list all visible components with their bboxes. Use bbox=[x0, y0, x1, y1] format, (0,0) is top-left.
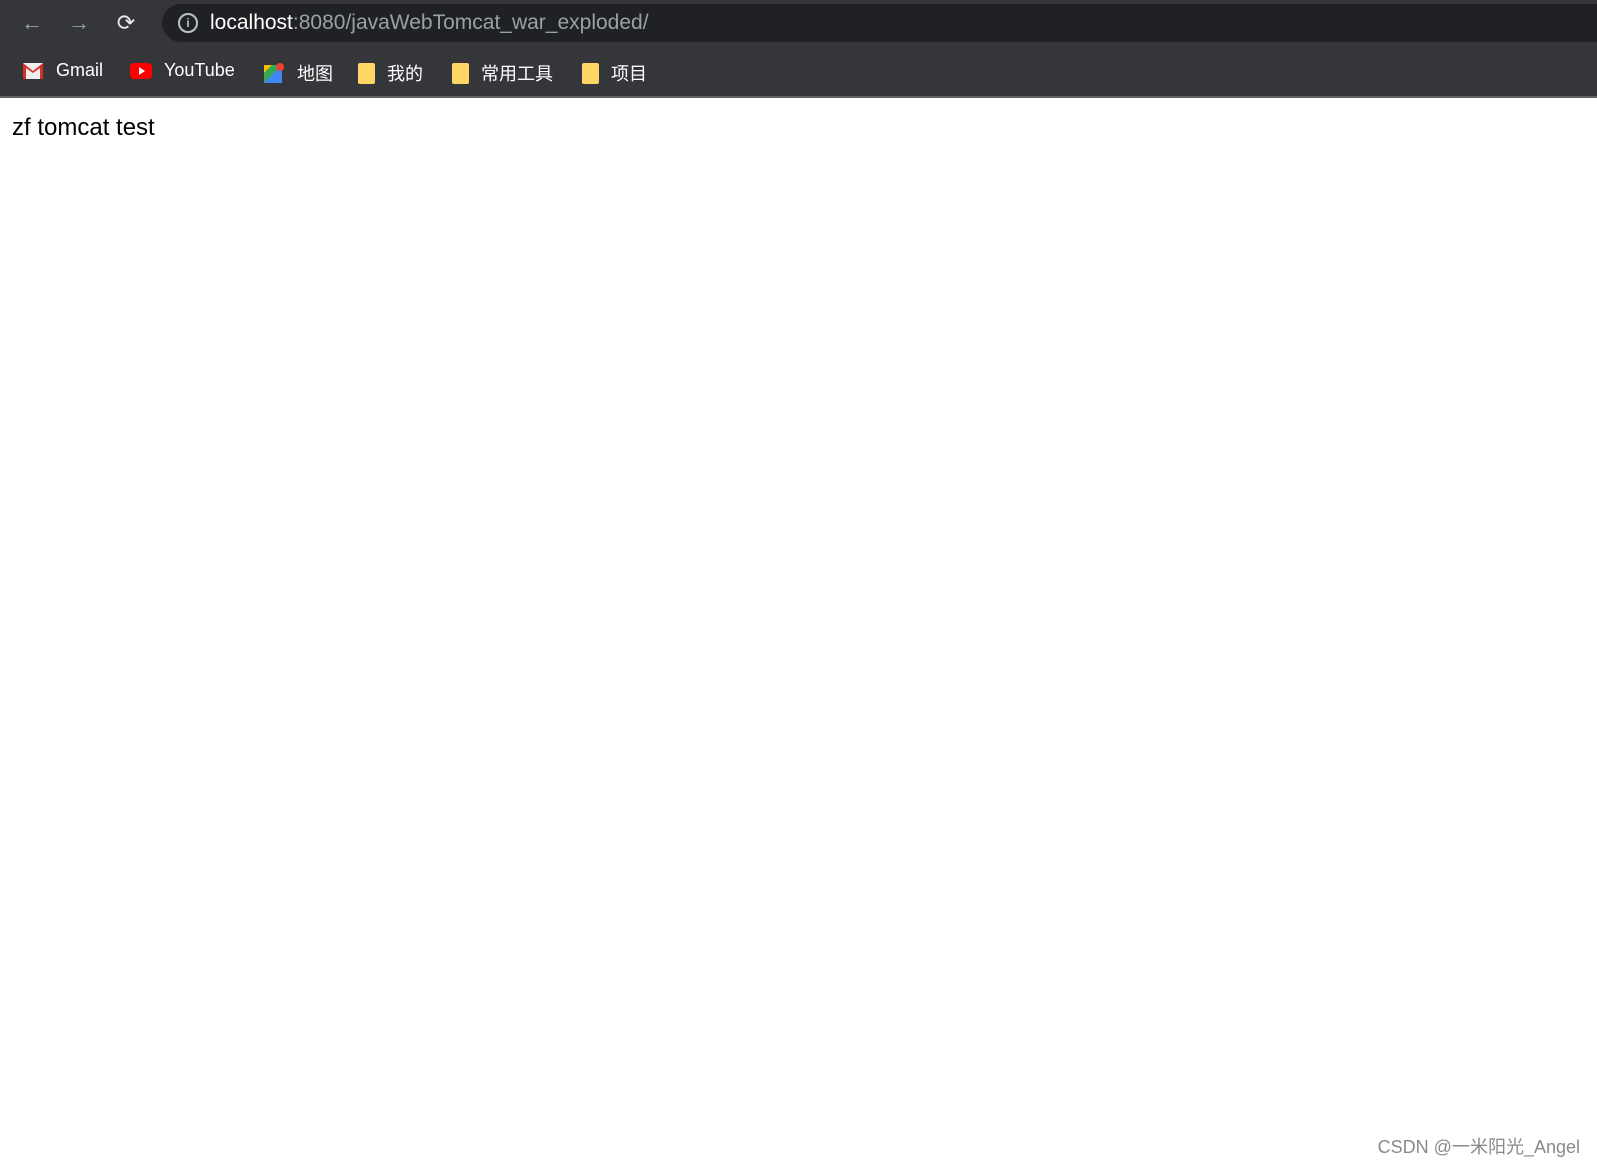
bookmarks-bar: Gmail YouTube 地图 我的 常用工具 项目 bbox=[0, 46, 1597, 98]
info-icon[interactable]: i bbox=[178, 13, 198, 33]
folder-icon bbox=[452, 62, 469, 84]
page-body-text: zf tomcat test bbox=[12, 114, 155, 141]
maps-icon bbox=[264, 63, 284, 83]
reload-button[interactable]: ⟳ bbox=[113, 10, 139, 36]
bookmark-gmail[interactable]: Gmail bbox=[22, 60, 103, 81]
youtube-icon bbox=[130, 62, 152, 79]
forward-button[interactable]: → bbox=[66, 10, 92, 36]
bookmark-folder-tools[interactable]: 常用工具 bbox=[452, 60, 553, 86]
bookmark-maps[interactable]: 地图 bbox=[263, 60, 333, 86]
bookmark-folder-mine[interactable]: 我的 bbox=[358, 60, 423, 86]
url-text[interactable]: localhost:8080/javaWebTomcat_war_explode… bbox=[210, 11, 649, 35]
address-bar[interactable]: i localhost:8080/javaWebTomcat_war_explo… bbox=[162, 4, 1597, 42]
bookmark-youtube[interactable]: YouTube bbox=[130, 60, 235, 81]
bookmark-folder-projects[interactable]: 项目 bbox=[582, 60, 647, 86]
watermark: CSDN @一米阳光_Angel bbox=[1377, 1137, 1580, 1157]
browser-toolbar: ← → ⟳ i localhost:8080/javaWebTomcat_war… bbox=[0, 0, 1597, 46]
folder-icon bbox=[582, 62, 599, 84]
gmail-icon bbox=[23, 62, 43, 79]
back-button[interactable]: ← bbox=[19, 10, 45, 36]
folder-icon bbox=[358, 62, 375, 84]
